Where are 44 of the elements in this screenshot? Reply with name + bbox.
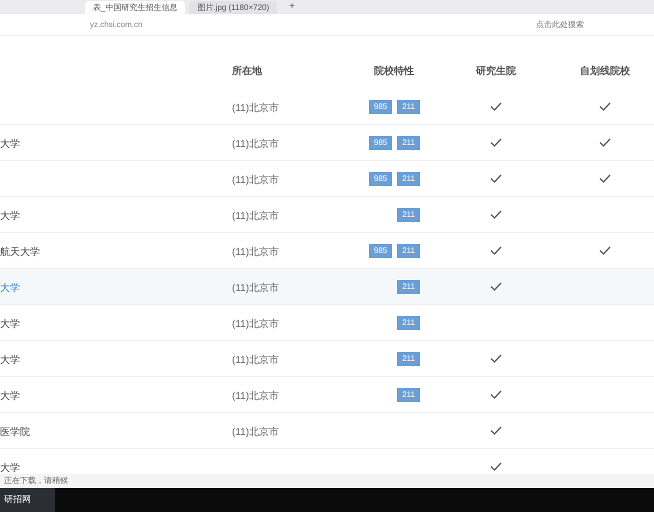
university-name[interactable]: 医学院	[0, 426, 30, 438]
column-header: 研究生院	[476, 64, 516, 79]
feature-tag: 211	[397, 244, 420, 258]
feature-tag: 211	[397, 352, 420, 366]
browser-tab[interactable]: 表_中国研究生招生信息	[85, 1, 186, 14]
location-cell: (11)北京市	[232, 102, 280, 114]
column-header: 所在地	[232, 64, 263, 79]
feature-tag: 985	[368, 100, 392, 114]
column-header: 院校特性	[374, 64, 414, 79]
taskbar-item[interactable]: 研招网	[0, 488, 55, 512]
column-header: 自划线院校	[580, 64, 630, 79]
location-cell: (11)北京市	[232, 426, 280, 438]
feature-tag: 211	[397, 280, 420, 294]
feature-tag: 211	[397, 388, 420, 402]
table-row[interactable]: 大学 (11)北京市 211	[0, 269, 654, 305]
university-name[interactable]: 大学	[0, 282, 20, 294]
location-cell: (11)北京市	[232, 354, 280, 366]
new-tab-button[interactable]: +	[281, 0, 303, 14]
feature-tag: 985	[368, 244, 392, 258]
location-cell: (11)北京市	[232, 318, 280, 330]
location-cell: (11)北京市	[232, 246, 280, 258]
university-name[interactable]: 大学	[0, 390, 20, 402]
browser-tab[interactable]: 图片.jpg (1180×720)	[189, 1, 278, 14]
university-name[interactable]: 航天大学	[0, 246, 40, 258]
feature-tag: 985	[368, 136, 392, 150]
university-name[interactable]: 大学	[0, 318, 20, 330]
location-cell: (11)北京市	[232, 390, 280, 402]
location-cell: (11)北京市	[232, 174, 280, 186]
university-name[interactable]: 大学	[0, 462, 20, 474]
location-cell: (11)北京市	[232, 210, 280, 222]
feature-tag: 211	[397, 316, 420, 330]
university-name[interactable]: 大学	[0, 354, 20, 366]
feature-tag: 211	[397, 136, 420, 150]
university-name[interactable]: 大学	[0, 138, 20, 150]
search-field[interactable]: 点击此处搜索	[536, 18, 646, 30]
university-name[interactable]: 大学	[0, 210, 20, 222]
location-cell: (11)北京市	[232, 282, 280, 294]
location-cell: (11)北京市	[232, 138, 280, 150]
address-bar[interactable]: yz.chsi.com.cn	[90, 18, 524, 30]
status-text: 正在下载，请稍候	[4, 475, 68, 487]
feature-tag: 211	[397, 100, 420, 114]
feature-tag: 211	[397, 208, 420, 222]
feature-tag: 211	[397, 172, 420, 186]
feature-tag: 985	[368, 172, 392, 186]
